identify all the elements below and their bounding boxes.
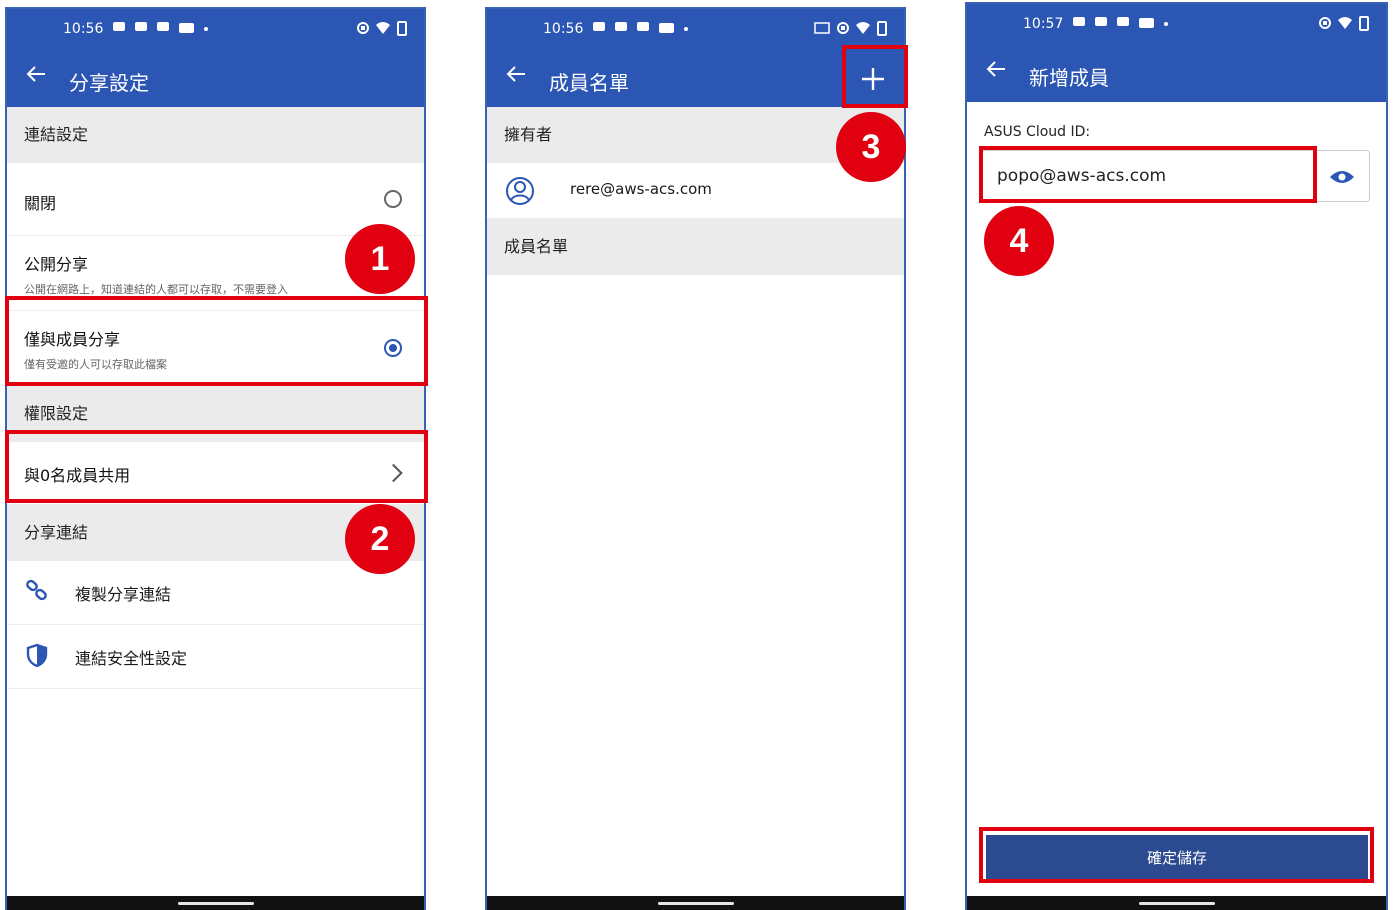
cast-wifi-battery-icon (814, 21, 887, 36)
home-indicator[interactable] (1138, 902, 1215, 905)
page-title: 分享設定 (69, 71, 149, 95)
owner-row: rere@aws-acs.com (487, 163, 904, 219)
notification-icons (1073, 15, 1169, 34)
page-title: 成員名單 (549, 71, 629, 95)
status-bar: 10:57 (967, 4, 1386, 46)
status-time: 10:56 (543, 21, 584, 37)
step-badge-4: 4 (984, 206, 1054, 276)
notification-icons (113, 20, 209, 39)
highlight-save-button (979, 827, 1374, 883)
notification-icon (1073, 17, 1168, 28)
section-header-members: 成員名單 (487, 219, 904, 275)
step-badge-3: 3 (836, 112, 906, 182)
highlight-members-option (5, 296, 428, 386)
radio-off[interactable] (384, 190, 402, 208)
option-off-label: 關閉 (24, 194, 57, 213)
notification-icon (113, 22, 208, 33)
home-indicator[interactable] (657, 902, 734, 905)
link-security-row[interactable]: 連結安全性設定 (7, 625, 424, 689)
wifi-battery-icon (357, 21, 407, 36)
system-icons (356, 19, 410, 41)
arrow-left-icon[interactable] (505, 63, 527, 91)
gesture-bar (967, 896, 1386, 910)
notification-icons (593, 20, 689, 39)
toggle-visibility-button[interactable] (1314, 150, 1370, 202)
highlight-add-button (842, 45, 908, 108)
arrow-left-icon[interactable] (25, 63, 47, 91)
notification-icon (593, 22, 688, 33)
app-bar: 分享設定 (7, 51, 424, 107)
owner-email: rere@aws-acs.com (570, 180, 712, 198)
gesture-bar (7, 896, 424, 910)
shield-icon (25, 643, 51, 669)
user-circle-icon (505, 176, 534, 205)
highlight-cloud-id-input (979, 146, 1317, 203)
eye-icon (1314, 171, 1370, 207)
home-indicator[interactable] (177, 902, 254, 905)
status-bar: 10:56 (7, 9, 424, 51)
phone-screen-add-member: 10:57 新增成員 ASUS Cloud ID: popo@aws-acs.c… (965, 2, 1388, 910)
copy-link-label: 複製分享連結 (75, 585, 172, 604)
cloud-id-label: ASUS Cloud ID: (984, 124, 1091, 140)
link-security-label: 連結安全性設定 (75, 649, 188, 668)
arrow-left-icon[interactable] (985, 58, 1007, 86)
option-off-row[interactable]: 關閉 (7, 163, 424, 236)
highlight-share-with-row (5, 430, 428, 503)
gesture-bar (487, 896, 904, 910)
system-icons (1318, 14, 1372, 36)
page-title: 新增成員 (1029, 66, 1109, 90)
copy-link-row[interactable]: 複製分享連結 (7, 561, 424, 625)
status-time: 10:57 (1023, 16, 1064, 32)
step-badge-1: 1 (345, 224, 415, 294)
wifi-battery-icon (1319, 16, 1369, 31)
app-bar: 新增成員 (967, 46, 1386, 102)
link-icon (25, 579, 51, 605)
status-time: 10:56 (63, 21, 104, 37)
step-badge-2: 2 (345, 504, 415, 574)
system-icons (814, 19, 890, 41)
section-header-link-settings: 連結設定 (7, 107, 424, 163)
